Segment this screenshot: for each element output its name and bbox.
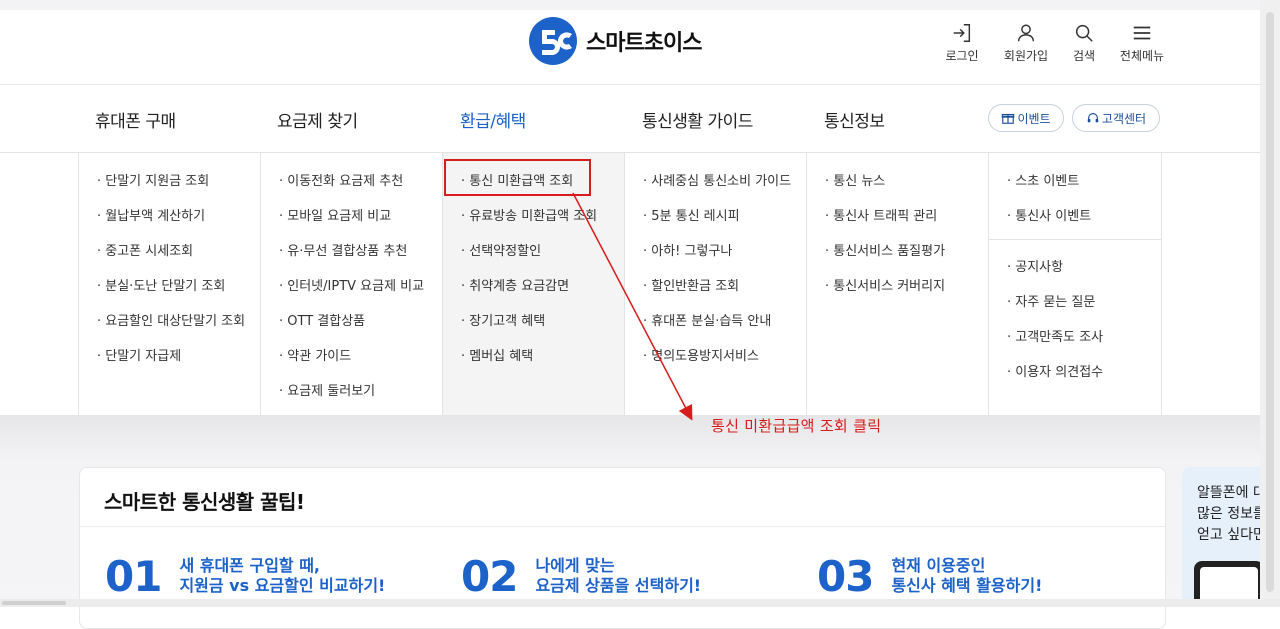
menu-column-guide: 사례중심 통신소비 가이드 5분 통신 레시피 아하! 그렇구나 할인반환금 조… <box>624 153 807 415</box>
menu-item[interactable]: 요금제 둘러보기 <box>279 383 424 418</box>
tip-line: 지원금 vs 요금할인 비교하기! <box>179 576 386 595</box>
search-button[interactable]: 검색 <box>1056 22 1112 64</box>
menu-item[interactable]: 이동전화 요금제 추천 <box>279 173 424 208</box>
menu-item[interactable]: 유료방송 미환급액 조회 <box>461 208 597 243</box>
menu-item[interactable]: 통신서비스 커버리지 <box>825 278 945 313</box>
site-header: 스마트초이스 로그인 회원가입 검색 전체메뉴 <box>0 10 1260 85</box>
side-banner-text: 알뜰폰에 대 많은 정보를 얻고 싶다면 <box>1197 483 1260 546</box>
search-icon <box>1075 24 1093 42</box>
menu-item[interactable]: 중고폰 시세조회 <box>97 243 245 278</box>
top-strip <box>0 0 1280 10</box>
search-label: 검색 <box>1072 49 1096 63</box>
headset-icon <box>1087 113 1099 123</box>
menu-item[interactable]: 단말기 지원금 조회 <box>97 173 245 208</box>
brand-name: 스마트초이스 <box>586 31 702 56</box>
vertical-scrollbar[interactable] <box>1260 0 1280 607</box>
menu-item[interactable]: 선택약정할인 <box>461 243 597 278</box>
login-label: 로그인 <box>945 49 979 63</box>
menu-item[interactable]: 통신사 이벤트 <box>1007 208 1091 243</box>
menu-item[interactable]: 통신 뉴스 <box>825 173 945 208</box>
menu-item[interactable]: 유·무선 결합상품 추천 <box>279 243 424 278</box>
user-icon <box>1017 24 1035 42</box>
menu-divider <box>989 239 1161 240</box>
menu-item[interactable]: 공지사항 <box>1007 259 1103 294</box>
tip-item[interactable]: 02 나에게 맞는 요금제 상품을 선택하기! <box>461 554 701 600</box>
customer-center-button[interactable]: 고객센터 <box>1072 104 1160 132</box>
nav-phone-purchase[interactable]: 휴대폰 구매 <box>95 107 176 132</box>
tip-item[interactable]: 03 현재 이용중인 통신사 혜택 활용하기! <box>817 554 1042 600</box>
tip-line: 요금제 상품을 선택하기! <box>535 576 702 595</box>
signup-label: 회원가입 <box>1003 49 1049 63</box>
all-menu-label: 전체메뉴 <box>1119 49 1165 63</box>
menu-item[interactable]: 취약계층 요금감면 <box>461 278 597 313</box>
menu-item[interactable]: 명의도용방지서비스 <box>643 348 791 383</box>
menu-column-phone: 단말기 지원금 조회 월납부액 계산하기 중고폰 시세조회 분실·도난 단말기 … <box>78 153 261 415</box>
menu-item[interactable]: 고객만족도 조사 <box>1007 329 1103 364</box>
gift-icon <box>1002 113 1015 124</box>
hamburger-icon <box>1133 26 1151 40</box>
menu-item[interactable]: 모바일 요금제 비교 <box>279 208 424 243</box>
menu-item[interactable]: OTT 결합상품 <box>279 313 424 348</box>
tip-line: 나에게 맞는 <box>535 556 615 575</box>
signup-button[interactable]: 회원가입 <box>998 22 1054 64</box>
tip-number: 03 <box>817 552 874 601</box>
menu-item[interactable]: 단말기 자급제 <box>97 348 245 383</box>
login-button[interactable]: 로그인 <box>934 22 990 64</box>
menu-item[interactable]: 월납부액 계산하기 <box>97 208 245 243</box>
tips-title: 스마트한 통신생활 꿀팁! <box>104 490 305 514</box>
tip-text: 나에게 맞는 요금제 상품을 선택하기! <box>535 556 701 596</box>
menu-column-info: 통신 뉴스 통신사 트래픽 관리 통신서비스 품질평가 통신서비스 커버리지 <box>806 153 989 415</box>
tip-number: 02 <box>461 552 518 601</box>
event-label: 이벤트 <box>1017 111 1051 126</box>
annotation-text: 통신 미환급급액 조회 클릭 <box>711 417 882 435</box>
menu-column-events: 스초 이벤트 통신사 이벤트 공지사항 자주 묻는 질문 고객만족도 조사 이용… <box>988 153 1162 415</box>
nav-refund-benefits[interactable]: 환급/혜택 <box>460 107 526 132</box>
menu-item[interactable]: 요금할인 대상단말기 조회 <box>97 313 245 348</box>
menu-item[interactable]: 약관 가이드 <box>279 348 424 383</box>
highlight-box <box>444 159 591 196</box>
tip-line: 현재 이용중인 <box>891 556 986 575</box>
tip-number: 01 <box>105 552 162 601</box>
customer-center-label: 고객센터 <box>1101 111 1147 126</box>
menu-item[interactable]: 통신사 트래픽 관리 <box>825 208 945 243</box>
site-logo[interactable]: 스마트초이스 <box>528 16 702 66</box>
main-navigation: 휴대폰 구매 요금제 찾기 환급/혜택 통신생활 가이드 통신정보 <box>0 85 1260 153</box>
menu-item[interactable]: 이용자 의견접수 <box>1007 364 1103 399</box>
side-banner-line: 얻고 싶다면 <box>1197 527 1260 543</box>
horizontal-scrollbar[interactable] <box>0 599 1280 607</box>
side-banner[interactable]: 알뜰폰에 대 많은 정보를 얻고 싶다면 <box>1182 467 1260 607</box>
menu-item[interactable]: 자주 묻는 질문 <box>1007 294 1103 329</box>
menu-item[interactable]: 인터넷/IPTV 요금제 비교 <box>279 278 424 313</box>
menu-item[interactable]: 휴대폰 분실·습득 안내 <box>643 313 791 348</box>
tip-text: 새 휴대폰 구입할 때, 지원금 vs 요금할인 비교하기! <box>179 556 385 596</box>
side-banner-line: 많은 정보를 <box>1197 506 1260 522</box>
menu-item[interactable]: 멤버십 혜택 <box>461 348 597 383</box>
menu-item[interactable]: 아하! 그렇구나 <box>643 243 791 278</box>
menu-item[interactable]: 장기고객 혜택 <box>461 313 597 348</box>
side-banner-line: 알뜰폰에 대 <box>1197 485 1260 501</box>
menu-item[interactable]: 5분 통신 레시피 <box>643 208 791 243</box>
event-button[interactable]: 이벤트 <box>988 104 1064 132</box>
menu-item[interactable]: 분실·도난 단말기 조회 <box>97 278 245 313</box>
tip-item[interactable]: 01 새 휴대폰 구입할 때, 지원금 vs 요금할인 비교하기! <box>105 554 385 600</box>
card-divider <box>80 526 1165 527</box>
menu-item[interactable]: 사례중심 통신소비 가이드 <box>643 173 791 208</box>
tip-text: 현재 이용중인 통신사 혜택 활용하기! <box>891 556 1042 596</box>
menu-item[interactable]: 통신서비스 품질평가 <box>825 243 945 278</box>
nav-plan-search[interactable]: 요금제 찾기 <box>277 107 358 132</box>
mega-menu: 단말기 지원금 조회 월납부액 계산하기 중고폰 시세조회 분실·도난 단말기 … <box>0 153 1260 415</box>
logo-mark-icon <box>529 17 577 65</box>
nav-telecom-info[interactable]: 통신정보 <box>824 107 885 132</box>
menu-item[interactable]: 할인반환금 조회 <box>643 278 791 313</box>
tip-line: 통신사 혜택 활용하기! <box>891 576 1043 595</box>
menu-column-plans: 이동전화 요금제 추천 모바일 요금제 비교 유·무선 결합상품 추천 인터넷/… <box>260 153 443 415</box>
tip-line: 새 휴대폰 구입할 때, <box>179 556 321 575</box>
login-icon <box>953 24 971 42</box>
nav-life-guide[interactable]: 통신생활 가이드 <box>642 107 753 132</box>
menu-item[interactable]: 스초 이벤트 <box>1007 173 1091 208</box>
all-menu-button[interactable]: 전체메뉴 <box>1114 22 1170 64</box>
